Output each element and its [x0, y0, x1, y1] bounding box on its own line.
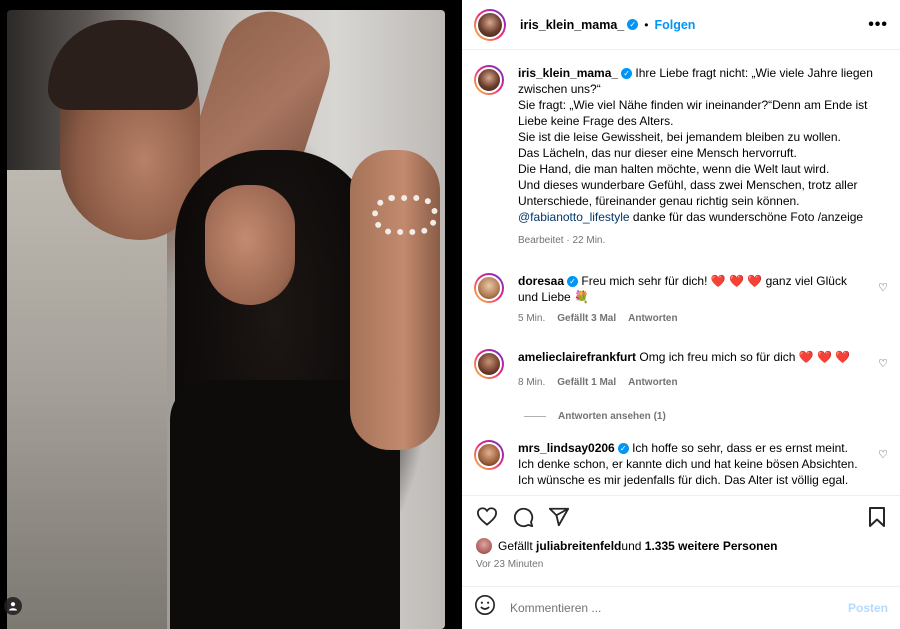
author-username[interactable]: iris_klein_mama_ — [520, 18, 624, 32]
verified-badge-icon: ✓ — [627, 19, 639, 30]
comment-reply-button[interactable]: Antworten — [628, 311, 677, 327]
caption-avatar[interactable] — [474, 65, 504, 95]
comment-bubble-icon[interactable] — [512, 506, 534, 532]
comment-text: Freu mich sehr für dich! — [581, 274, 711, 288]
comment-text: Omg ich freu mich so für dich — [639, 350, 799, 364]
caption-line: Sie fragt: „Wie viel Nähe finden wir ine… — [518, 98, 868, 128]
comment-username[interactable]: doresaa — [518, 274, 564, 288]
comment-like-heart-icon[interactable]: ♡ — [878, 357, 888, 370]
comment-username[interactable]: mrs_lindsay0206 — [518, 441, 615, 455]
commenter-avatar[interactable] — [474, 440, 504, 470]
author-avatar[interactable] — [474, 8, 506, 41]
comment-time: 5 Min. — [518, 313, 546, 324]
like-heart-icon[interactable] — [476, 506, 498, 530]
comment-input[interactable] — [510, 601, 830, 615]
view-replies-label: Antworten ansehen (1) — [558, 411, 666, 422]
caption-meta: Bearbeitet · 22 Min. — [518, 235, 606, 246]
verified-badge-icon: ✓ — [567, 276, 579, 288]
post-panel: iris_klein_mama_ ✓ • Folgen ••• iris_kle… — [462, 0, 900, 629]
caption-mention-link[interactable]: @fabianotto_lifestyle — [518, 210, 630, 224]
post-comment-button[interactable]: Posten — [848, 601, 888, 615]
comment-reply-button[interactable]: Antworten — [628, 375, 677, 391]
comment-emoji: ❤️ ❤️ ❤️ — [798, 350, 851, 364]
likes-summary[interactable]: Gefällt juliabreitenfeld und 1.335 weite… — [476, 538, 778, 554]
photo-bracelet — [372, 195, 438, 235]
likes-middle: und — [621, 539, 642, 553]
view-replies-button[interactable]: Antworten ansehen (1) — [524, 411, 900, 422]
comment-emoji: ❤️ ❤️ ❤️ — [710, 274, 763, 288]
post-actions-bar — [462, 495, 900, 535]
post-header: iris_klein_mama_ ✓ • Folgen ••• — [462, 0, 900, 50]
verified-badge-icon: ✓ — [621, 68, 633, 80]
commenter-avatar[interactable] — [474, 273, 504, 303]
commenter-avatar[interactable] — [474, 349, 504, 379]
comment-like-heart-icon[interactable]: ♡ — [878, 281, 888, 294]
comment-composer: Posten — [462, 586, 900, 629]
post-media[interactable] — [0, 0, 462, 629]
comment-likes-link[interactable]: Gefällt 1 Mal — [557, 375, 616, 391]
tagged-user-icon[interactable] — [4, 597, 22, 615]
header-separator: • — [644, 17, 649, 32]
likes-count[interactable]: 1.335 weitere Personen — [645, 539, 778, 553]
verified-badge-icon: ✓ — [617, 443, 629, 455]
save-bookmark-icon[interactable] — [868, 506, 886, 532]
likes-prefix: Gefällt — [498, 539, 533, 553]
caption-tail: danke für das wunderschöne Foto /anzeige — [629, 210, 864, 224]
likes-user[interactable]: juliabreitenfeld — [536, 539, 621, 553]
replies-divider — [524, 416, 546, 417]
comment-like-heart-icon[interactable]: ♡ — [878, 448, 888, 461]
caption-line: Sie ist die leise Gewissheit, bei jemand… — [518, 130, 841, 144]
share-paper-plane-icon[interactable] — [548, 506, 570, 532]
post-timestamp: Vor 23 Minuten — [476, 559, 544, 570]
caption-username[interactable]: iris_klein_mama_ — [518, 66, 618, 80]
caption-line: Die Hand, die man halten möchte, wenn di… — [518, 162, 830, 176]
comment-item: mrs_lindsay0206 ✓ Ich hoffe so sehr, dass… — [462, 440, 900, 491]
photo-woman-face — [205, 185, 295, 305]
post-caption: iris_klein_mama_ ✓ Ihre Liebe fragt nicht… — [462, 51, 900, 249]
follow-button[interactable]: Folgen — [654, 18, 695, 32]
comment-item: amelieclairefrankfurt Omg ich freu mich … — [462, 349, 900, 391]
comment-likes-link[interactable]: Gefällt 3 Mal — [557, 311, 616, 327]
more-options-icon[interactable]: ••• — [868, 16, 888, 34]
caption-line: Und dieses wunderbare Gefühl, dass zwei … — [518, 178, 858, 208]
comment-username[interactable]: amelieclairefrankfurt — [518, 350, 636, 364]
comment-time: 8 Min. — [518, 377, 546, 388]
comments-scroll-area[interactable]: iris_klein_mama_ ✓ Ihre Liebe fragt nicht… — [462, 51, 900, 491]
comment-item: doresaa ✓ Freu mich sehr für dich! ❤️ ❤️ … — [462, 273, 900, 327]
emoji-picker-icon[interactable] — [474, 594, 496, 622]
caption-line: Das Lächeln, das nur dieser eine Mensch … — [518, 146, 797, 160]
liker-avatar — [476, 538, 492, 554]
